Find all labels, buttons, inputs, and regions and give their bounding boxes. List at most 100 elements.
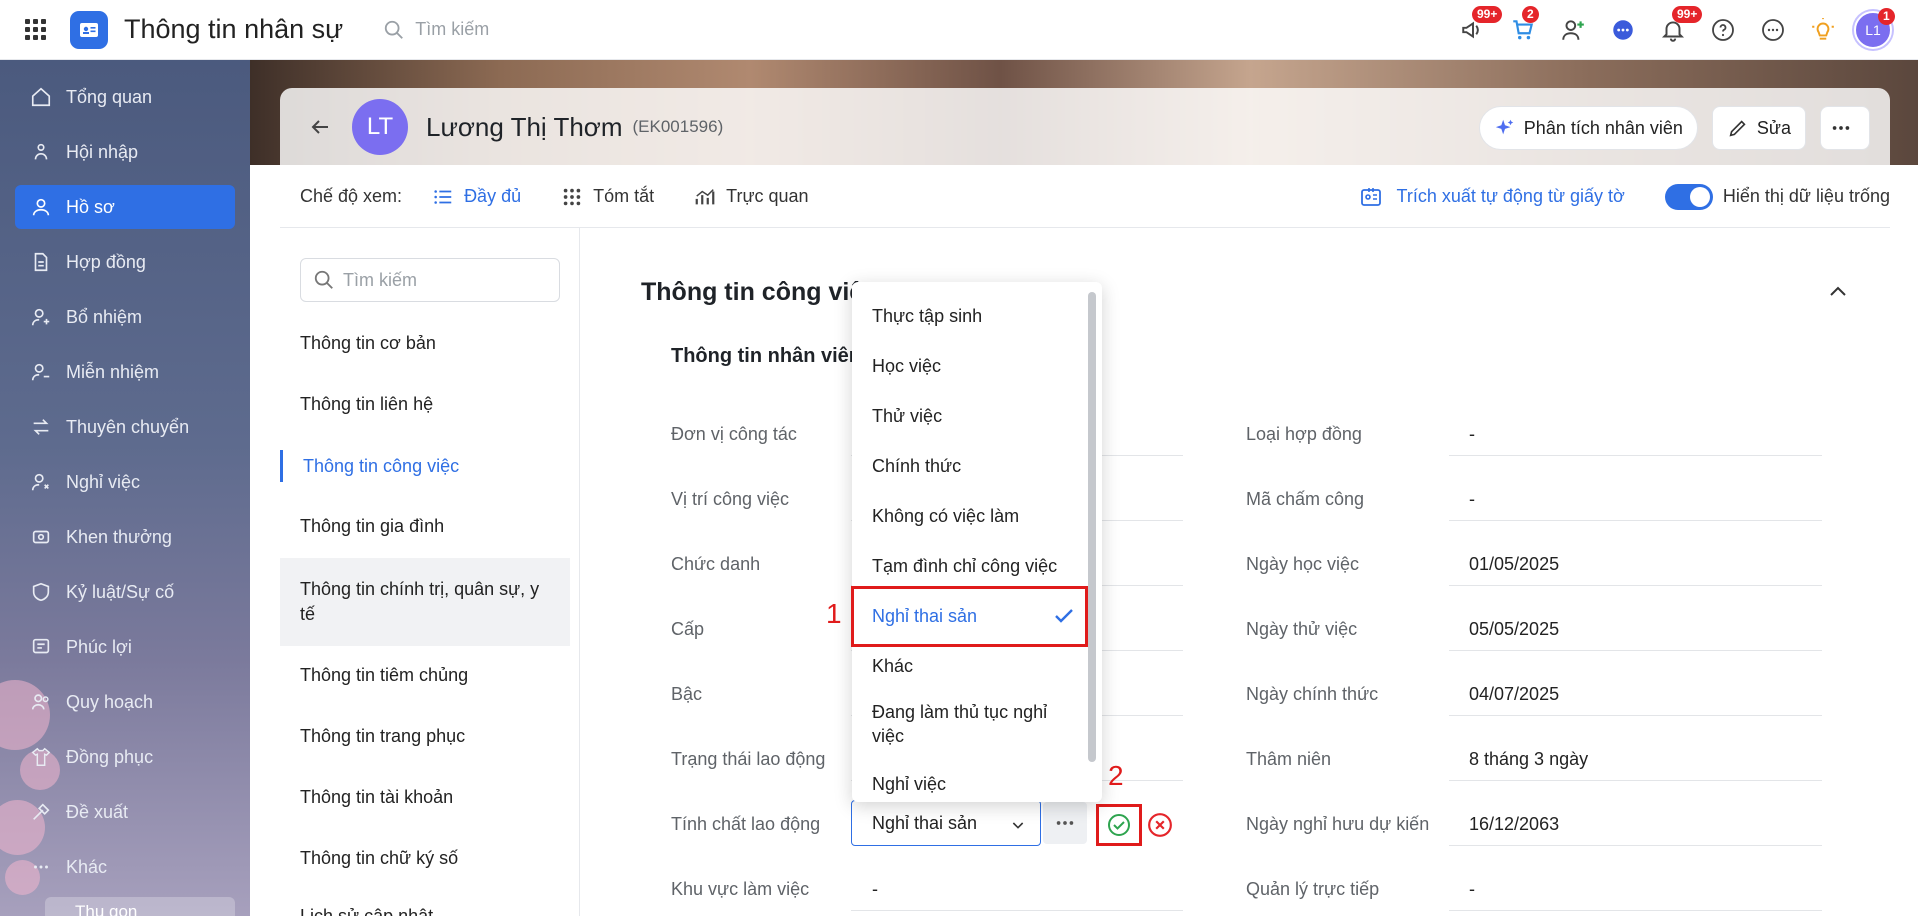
field-label: Mã chấm công	[1246, 489, 1365, 509]
sidebar-item-hop-dong[interactable]: Hợp đồng	[15, 240, 235, 284]
dropdown-option[interactable]: Thử việc	[872, 404, 1072, 428]
sidebar-item-mien-nhiem[interactable]: Miễn nhiệm	[15, 350, 235, 394]
view-mode-visual[interactable]: Trực quan	[694, 186, 809, 208]
dropdown-option[interactable]: Khác	[872, 654, 1072, 678]
notification-button[interactable]: 99+	[1648, 0, 1703, 60]
arrow-left-icon	[311, 120, 328, 134]
app-grid-button[interactable]	[0, 0, 70, 60]
dropdown-option[interactable]: Thực tập sinh	[872, 304, 1072, 328]
section-search-input[interactable]: Tìm kiếm	[300, 258, 560, 302]
view-mode-summary[interactable]: Tóm tắt	[561, 186, 654, 208]
sidebar-item-hoi-nhap[interactable]: Hội nhập	[15, 130, 235, 174]
field-more-button[interactable]	[1043, 802, 1087, 844]
add-user-button[interactable]	[1548, 0, 1598, 60]
more-apps-button[interactable]	[1748, 0, 1798, 60]
field-label: Ngày chính thức	[1246, 684, 1379, 704]
field-label: Trạng thái lao động	[671, 749, 826, 769]
sidebar-item-phuc-loi[interactable]: Phúc lợi	[15, 625, 235, 669]
sidebar-item-nghi-viec[interactable]: Nghỉ việc	[15, 460, 235, 504]
section-item[interactable]: Thông tin trang phục	[280, 721, 570, 751]
field-divider	[1449, 780, 1822, 781]
view-mode-full[interactable]: Đầy đủ	[432, 186, 521, 208]
back-button[interactable]	[300, 107, 340, 147]
sidebar-item-dong-phuc[interactable]: Đồng phục	[15, 735, 235, 779]
global-search[interactable]: Tìm kiếm	[383, 19, 489, 41]
sidebar: Tổng quan Hội nhập Hồ sơ Hợp đồng Bổ nhi…	[0, 60, 250, 916]
dropdown-option[interactable]: Chính thức	[872, 454, 1072, 478]
collapse-label: Thu gọn	[75, 902, 138, 916]
user-minus-icon	[31, 363, 50, 381]
field-label: Bậc	[671, 684, 703, 704]
shirt-icon	[31, 747, 51, 766]
cancel-circle-icon[interactable]	[1147, 812, 1173, 838]
view-mode-bar: Chế độ xem: Đầy đủ Tóm tắt Trực quan Trí…	[280, 166, 1890, 228]
work-nature-select[interactable]: Nghỉ thai sản	[851, 800, 1041, 846]
help-button[interactable]	[1698, 0, 1748, 60]
section-item[interactable]: Thông tin chữ ký số	[280, 843, 570, 873]
chat-button[interactable]	[1598, 0, 1648, 60]
sidebar-collapse-button[interactable]: Thu gọn	[45, 897, 235, 916]
section-item-active[interactable]: Thông tin công việc	[280, 450, 570, 482]
show-empty-toggle[interactable]	[1664, 183, 1713, 210]
cart-button[interactable]: 2	[1498, 0, 1548, 60]
chevron-up-icon[interactable]	[1826, 280, 1850, 304]
section-item[interactable]: Thông tin gia đình	[280, 511, 570, 541]
transfer-icon	[33, 419, 49, 435]
sidebar-item-label: Tổng quan	[66, 86, 153, 107]
sidebar-item-label: Hội nhập	[66, 141, 139, 162]
sidebar-item-khen-thuong[interactable]: Khen thưởng	[15, 515, 235, 559]
dropdown-option[interactable]: Học việc	[872, 354, 1072, 378]
field-label: Ngày học việc	[1246, 554, 1360, 574]
dropdown-option[interactable]: Đang làm thủ tục nghỉ việc	[872, 700, 1062, 748]
field-label: Khu vực làm việc	[671, 879, 810, 899]
section-item[interactable]: Thông tin tiêm chủng	[280, 660, 570, 690]
more-horizontal-icon	[34, 865, 48, 869]
section-item[interactable]: Lịch sử cập nhật	[280, 904, 570, 916]
edit-label: Sửa	[1756, 117, 1791, 138]
sidebar-item-label: Khen thưởng	[66, 526, 172, 547]
more-actions-button[interactable]	[1820, 106, 1870, 150]
field-label: Chức danh	[671, 554, 761, 574]
section-item[interactable]: Thông tin liên hệ	[280, 389, 570, 419]
sidebar-item-label: Kỷ luật/Sự cố	[66, 581, 175, 602]
dropdown-option[interactable]: Không có việc làm	[872, 504, 1072, 528]
sidebar-item-label: Miễn nhiệm	[66, 361, 160, 382]
announcement-button[interactable]: 99+	[1448, 0, 1503, 60]
field-label: Ngày nghỉ hưu dự kiến	[1246, 814, 1430, 834]
cart-badge: 2	[1522, 6, 1539, 23]
sidebar-item-label: Thuyên chuyển	[66, 416, 190, 437]
dropdown-scrollbar[interactable]	[1088, 292, 1096, 762]
show-empty-label: Hiển thị dữ liệu trống	[1722, 186, 1890, 206]
ideas-button[interactable]	[1798, 0, 1848, 60]
view-mode-full-label: Đầy đủ	[464, 186, 522, 206]
sidebar-item-quy-hoach[interactable]: Quy hoạch	[15, 680, 235, 724]
sidebar-item-ky-luat[interactable]: Kỷ luật/Sự cố	[15, 570, 235, 614]
user-avatar-button[interactable]: L1 1	[1848, 0, 1898, 60]
dropdown-option[interactable]: Tạm đình chỉ công việc	[872, 554, 1082, 578]
id-card-icon	[1360, 187, 1381, 206]
main-content: Thông tin công việc Thông tin nhân viên …	[581, 228, 1890, 916]
chevron-down-icon	[1012, 822, 1024, 829]
sidebar-item-ho-so[interactable]: Hồ sơ	[15, 185, 235, 229]
sidebar-item-label: Đồng phục	[66, 746, 154, 767]
dropdown-option[interactable]: Nghỉ việc	[872, 772, 1072, 796]
sidebar-item-bo-nhiem[interactable]: Bổ nhiệm	[15, 295, 235, 339]
analyze-employee-button[interactable]: Phân tích nhân viên	[1478, 106, 1698, 150]
sidebar-item-tong-quan[interactable]: Tổng quan	[15, 75, 235, 119]
sidebar-item-thuyen-chuyen[interactable]: Thuyên chuyển	[15, 405, 235, 449]
section-item[interactable]: Thông tin chính trị, quân sự, y tế	[280, 558, 570, 646]
section-item[interactable]: Thông tin tài khoản	[280, 782, 570, 812]
work-nature-dropdown: Thực tập sinh Học việc Thử việc Chính th…	[852, 282, 1102, 802]
confirm-button[interactable]	[1096, 804, 1142, 846]
field-divider	[1449, 715, 1822, 716]
section-nav: Tìm kiếm Thông tin cơ bản Thông tin liên…	[280, 228, 580, 916]
sidebar-item-de-xuat[interactable]: Đề xuất	[15, 790, 235, 834]
section-title: Thông tin công việc	[641, 278, 878, 306]
auto-extract-link[interactable]: Trích xuất tự động từ giấy tờ	[1359, 185, 1625, 209]
section-item[interactable]: Thông tin cơ bản	[280, 328, 570, 358]
sidebar-item-label: Hồ sơ	[66, 196, 115, 217]
edit-button[interactable]: Sửa	[1711, 106, 1806, 150]
field-divider	[1449, 910, 1822, 911]
field-divider	[1449, 585, 1822, 586]
sidebar-item-khac[interactable]: Khác	[15, 845, 235, 889]
